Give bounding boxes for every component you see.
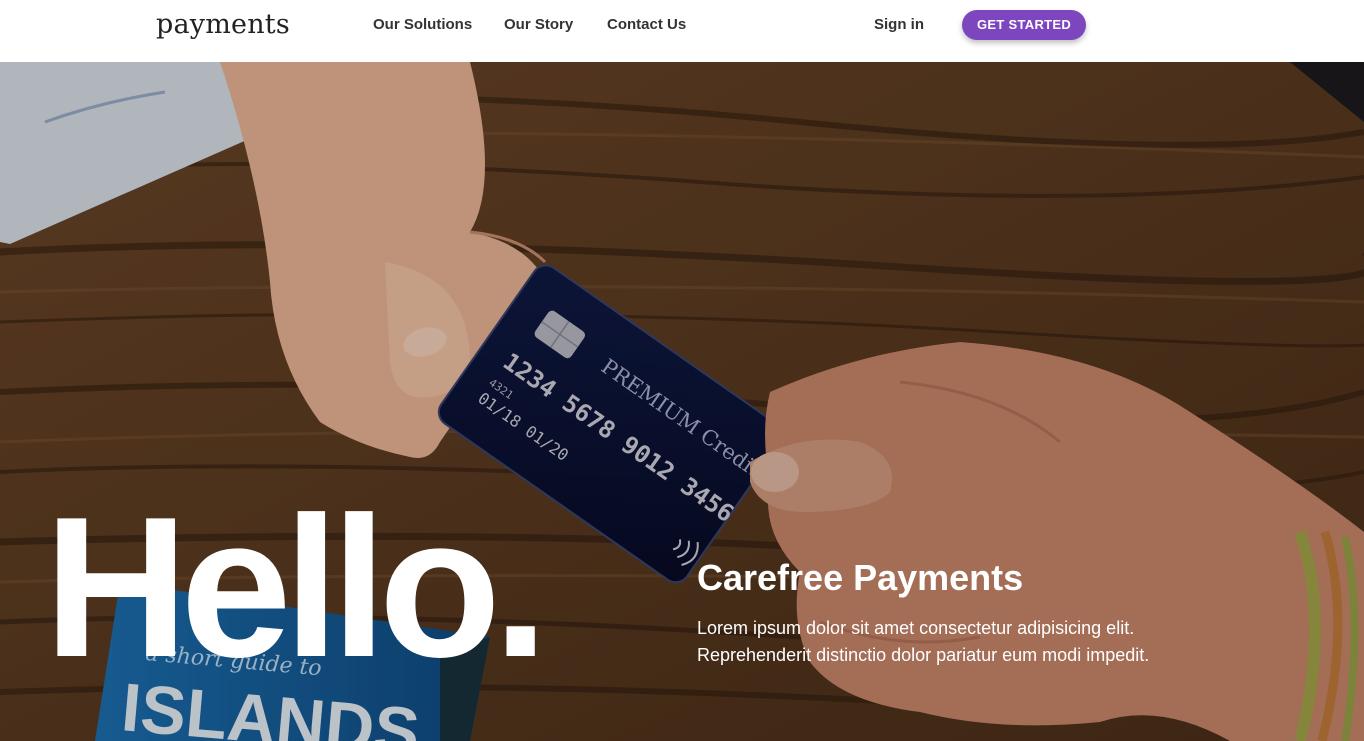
- nav-link-contact-us[interactable]: Contact Us: [607, 16, 686, 33]
- hero-section: PREMIUM Credit 1234 5678 9012 3456 4321 …: [0, 62, 1364, 741]
- hero-description-line-2: Reprehenderit distinctio dolor pariatur …: [697, 645, 1150, 665]
- nav-link-our-story[interactable]: Our Story: [504, 16, 573, 33]
- logo[interactable]: payments: [156, 9, 290, 40]
- hero-description-line-1: Lorem ipsum dolor sit amet consectetur a…: [697, 618, 1135, 638]
- get-started-button[interactable]: GET STARTED: [962, 10, 1086, 40]
- nav-link-our-solutions[interactable]: Our Solutions: [373, 16, 472, 33]
- top-nav: payments Our Solutions Our Story Contact…: [0, 0, 1364, 62]
- hero-title: Carefree Payments: [697, 557, 1024, 598]
- hero-headline: Hello.: [44, 476, 549, 699]
- sign-in-link[interactable]: Sign in: [874, 16, 924, 33]
- hero-description: Lorem ipsum dolor sit amet consectetur a…: [697, 615, 1177, 669]
